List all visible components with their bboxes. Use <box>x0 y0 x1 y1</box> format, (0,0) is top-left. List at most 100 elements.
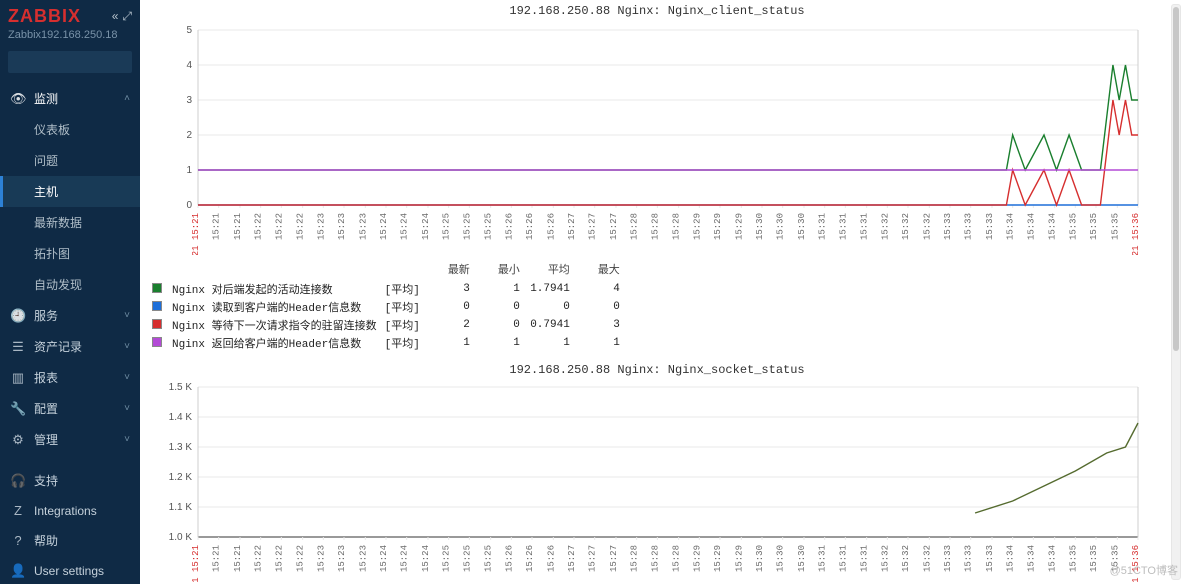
svg-text:15:30: 15:30 <box>776 213 786 240</box>
svg-text:15:25: 15:25 <box>484 545 494 572</box>
svg-text:15:32: 15:32 <box>880 545 890 572</box>
svg-text:15:34: 15:34 <box>1048 213 1058 240</box>
nav-integrations[interactable]: Z Integrations <box>0 496 140 525</box>
expand-icon[interactable]: ⤢ <box>122 9 132 24</box>
chart1-title: 192.168.250.88 Nginx: Nginx_client_statu… <box>148 2 1166 20</box>
headset-icon: 🎧 <box>10 473 26 489</box>
svg-text:15:22: 15:22 <box>274 213 284 240</box>
legend-hdr-latest: 最新 <box>428 261 470 277</box>
svg-text:1.4 K: 1.4 K <box>169 412 193 423</box>
svg-text:15:32: 15:32 <box>880 213 890 240</box>
chart-icon: ▥ <box>10 370 26 386</box>
svg-text:15:24: 15:24 <box>400 213 410 240</box>
collapse-icon[interactable]: « <box>112 9 119 24</box>
svg-text:15:24: 15:24 <box>421 213 431 240</box>
nav-services[interactable]: 🕘 服务 ˅ <box>0 300 140 331</box>
svg-text:15:26: 15:26 <box>525 545 535 572</box>
svg-text:15:23: 15:23 <box>358 545 368 572</box>
svg-text:15:23: 15:23 <box>337 545 347 572</box>
legend-latest: 2 <box>428 319 470 331</box>
legend-swatch <box>152 319 162 329</box>
sidebar-item-latest[interactable]: 最新数据 <box>0 207 140 238</box>
nav-inventory[interactable]: ☰ 资产记录 ˅ <box>0 331 140 362</box>
sidebar-item-hosts[interactable]: 主机 <box>0 176 140 207</box>
chevron-down-icon: ˅ <box>124 434 130 445</box>
svg-text:15:33: 15:33 <box>943 545 953 572</box>
chevron-down-icon: ˅ <box>124 403 130 414</box>
svg-text:15:34: 15:34 <box>1026 213 1036 240</box>
search-input[interactable] <box>14 56 156 68</box>
nav-user-settings[interactable]: 👤 User settings <box>0 556 140 584</box>
svg-text:15:26: 15:26 <box>504 545 514 572</box>
scrollbar-thumb[interactable] <box>1173 7 1179 351</box>
chart-client-status: 192.168.250.88 Nginx: Nginx_client_statu… <box>148 2 1166 255</box>
legend-latest: 3 <box>428 283 470 295</box>
svg-text:15:34: 15:34 <box>1026 545 1036 572</box>
svg-text:15:25: 15:25 <box>462 545 472 572</box>
nav-monitor[interactable]: 👁 监测 ˄ <box>0 83 140 114</box>
nav-admin[interactable]: ⚙ 管理 ˅ <box>0 424 140 455</box>
main-content: 192.168.250.88 Nginx: Nginx_client_statu… <box>140 0 1184 584</box>
svg-text:05-21 15:21: 05-21 15:21 <box>191 213 201 255</box>
nav-reports[interactable]: ▥ 报表 ˅ <box>0 362 140 393</box>
svg-text:15:24: 15:24 <box>379 213 389 240</box>
nav-help[interactable]: ? 帮助 <box>0 525 140 556</box>
svg-text:15:31: 15:31 <box>838 213 848 240</box>
legend-agg: [平均] <box>385 335 426 351</box>
svg-text:15:31: 15:31 <box>860 545 870 572</box>
svg-text:1: 1 <box>186 165 192 176</box>
legend-avg: 0 <box>528 301 570 313</box>
svg-text:15:33: 15:33 <box>964 213 974 240</box>
svg-text:1.5 K: 1.5 K <box>169 382 193 393</box>
eye-icon: 👁 <box>10 91 26 107</box>
chart2-svg: 1.0 K1.1 K1.2 K1.3 K1.4 K1.5 K05-21 15:2… <box>148 379 1148 582</box>
legend-avg: 0.7941 <box>528 319 570 331</box>
svg-text:15:35: 15:35 <box>1110 213 1120 240</box>
clock-icon: 🕘 <box>10 308 26 324</box>
svg-text:15:35: 15:35 <box>1089 213 1099 240</box>
svg-text:15:32: 15:32 <box>922 213 932 240</box>
svg-text:15:29: 15:29 <box>734 545 744 572</box>
sidebar-item-problems[interactable]: 问题 <box>0 145 140 176</box>
svg-text:15:30: 15:30 <box>797 545 807 572</box>
chevron-down-icon: ˅ <box>124 341 130 352</box>
svg-text:15:21: 15:21 <box>233 213 243 240</box>
scrollbar[interactable] <box>1171 4 1181 580</box>
sidebar-item-dashboard[interactable]: 仪表板 <box>0 114 140 145</box>
legend-swatch <box>152 337 162 347</box>
svg-text:15:28: 15:28 <box>672 545 682 572</box>
list-icon: ☰ <box>10 339 26 355</box>
svg-text:15:34: 15:34 <box>1006 213 1016 240</box>
svg-text:15:34: 15:34 <box>1048 545 1058 572</box>
sidebar-item-discovery[interactable]: 自动发现 <box>0 269 140 300</box>
legend-label: Nginx 读取到客户端的Header信息数 <box>172 299 383 315</box>
svg-text:15:26: 15:26 <box>504 213 514 240</box>
legend-row: Nginx 对后端发起的活动连接数[平均]311.79414 <box>152 281 626 297</box>
chevron-up-icon: ˄ <box>124 93 130 104</box>
chevron-down-icon: ˅ <box>124 372 130 383</box>
svg-text:15:25: 15:25 <box>484 213 494 240</box>
z-icon: Z <box>10 503 26 518</box>
sidebar-item-maps[interactable]: 拓扑图 <box>0 238 140 269</box>
sidebar: ZABBIX « ⤢ Zabbix192.168.250.18 🔍 👁 监测 ˄… <box>0 0 140 584</box>
svg-text:15:27: 15:27 <box>609 545 619 572</box>
search-input-wrap[interactable]: 🔍 <box>8 51 132 73</box>
legend-label: Nginx 对后端发起的活动连接数 <box>172 281 383 297</box>
legend-max: 4 <box>578 283 620 295</box>
svg-text:0: 0 <box>186 200 192 211</box>
nav-config[interactable]: 🔧 配置 ˅ <box>0 393 140 424</box>
legend-hdr-max: 最大 <box>578 261 620 277</box>
svg-text:1.0 K: 1.0 K <box>169 532 193 543</box>
legend-min: 1 <box>478 337 520 349</box>
legend-label: Nginx 返回给客户端的Header信息数 <box>172 335 383 351</box>
svg-text:15:29: 15:29 <box>734 213 744 240</box>
legend-row: Nginx 读取到客户端的Header信息数[平均]0000 <box>152 299 626 315</box>
svg-text:15:30: 15:30 <box>776 545 786 572</box>
nav-support[interactable]: 🎧 支持 <box>0 465 140 496</box>
chevron-down-icon: ˅ <box>124 310 130 321</box>
svg-text:15:31: 15:31 <box>818 213 828 240</box>
svg-text:15:28: 15:28 <box>650 213 660 240</box>
legend-max: 1 <box>578 337 620 349</box>
svg-text:15:33: 15:33 <box>964 545 974 572</box>
brand-logo[interactable]: ZABBIX <box>8 6 112 27</box>
